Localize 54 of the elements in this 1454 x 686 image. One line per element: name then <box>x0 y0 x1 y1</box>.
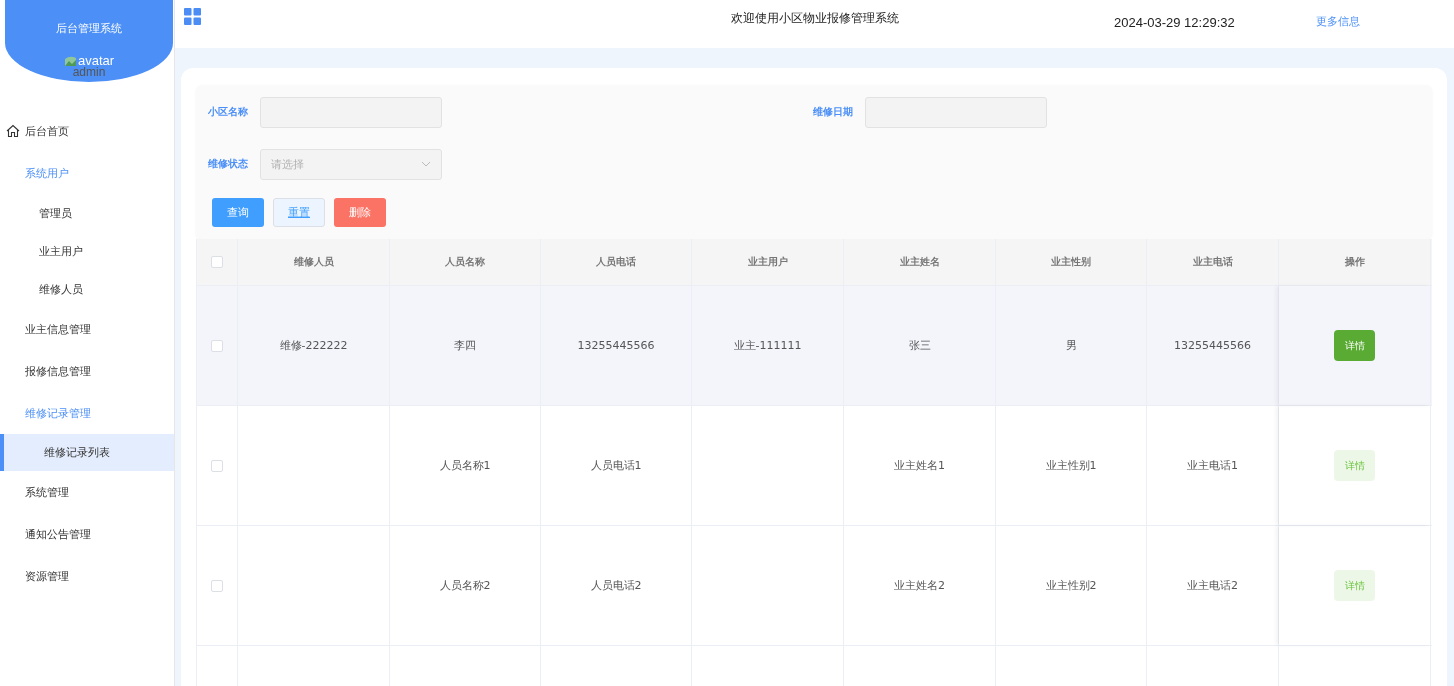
submenu-item[interactable]: 维修记录列表 <box>0 434 174 471</box>
table-cell: 业主性别2 <box>1045 578 1097 593</box>
field-label: 小区名称 <box>208 105 249 119</box>
table-cell: 人员电话1 <box>590 458 642 473</box>
menu-item[interactable]: 报修信息管理 <box>0 350 174 392</box>
column-header: 人员名称 <box>445 255 485 269</box>
menu-item[interactable]: 通知公告管理 <box>0 513 174 555</box>
row-checkbox[interactable] <box>211 579 223 592</box>
table-cell: 人员电话2 <box>590 578 642 593</box>
table-cell: 业主电话2 <box>1187 578 1238 593</box>
table-cell: 业主电话1 <box>1187 458 1238 473</box>
grid-menu-icon[interactable] <box>184 8 201 25</box>
table-cell: 业主姓名2 <box>894 578 945 593</box>
table-cell: 李四 <box>454 338 476 353</box>
menu-item[interactable]: 业主信息管理 <box>0 308 174 350</box>
menu-item[interactable]: 后台首页 <box>0 110 174 152</box>
username: admin <box>72 65 106 79</box>
table-cell: 业主-111111 <box>733 338 802 353</box>
table-cell: 13255445566 <box>1174 339 1251 352</box>
table-cell: 人员名称1 <box>439 458 491 473</box>
menu-item[interactable]: 系统管理 <box>0 471 174 513</box>
avatar-alt-text: avatar <box>77 53 115 68</box>
submenu-item[interactable]: 管理员 <box>0 194 174 232</box>
table-cell: 男 <box>1065 338 1077 353</box>
table-cell: 张三 <box>908 338 931 353</box>
table-cell: 人员名称2 <box>439 578 491 593</box>
table-cell: 业主姓名1 <box>894 458 945 473</box>
column-header: 业主姓名 <box>899 255 940 269</box>
input-field[interactable] <box>865 96 1047 128</box>
row-checkbox[interactable] <box>211 459 223 472</box>
column-header: 维修人员 <box>293 255 334 269</box>
table-cell: 13255445566 <box>577 339 655 352</box>
submenu-item[interactable]: 维修人员 <box>0 270 174 308</box>
column-header: 操作 <box>1344 255 1365 269</box>
home-icon <box>6 124 20 138</box>
select-placeholder: 请选择 <box>271 156 304 172</box>
column-header: 业主电话 <box>1192 255 1233 269</box>
select-all-checkbox[interactable] <box>211 256 223 268</box>
row-checkbox[interactable] <box>211 339 223 352</box>
page-title: 欢迎使用小区物业报修管理系统 <box>731 10 899 27</box>
column-header: 业主性别 <box>1051 255 1091 269</box>
table-cell: 维修-222222 <box>279 338 348 353</box>
app-title: 后台管理系统 <box>56 21 122 36</box>
broken-image-icon <box>63 54 77 67</box>
column-header: 业主用户 <box>747 255 788 269</box>
field-label: 维修状态 <box>208 157 249 171</box>
datetime: 2024-03-29 12:29:32 <box>1114 15 1235 30</box>
column-header: 人员电话 <box>596 255 636 269</box>
menu-item[interactable]: 资源管理 <box>0 555 174 597</box>
field-label: 维修日期 <box>813 105 854 119</box>
table-cell: 业主性别1 <box>1045 458 1097 473</box>
input-field[interactable] <box>260 96 442 128</box>
submenu-item[interactable]: 业主用户 <box>0 232 174 270</box>
chevron-down-icon <box>421 161 431 167</box>
